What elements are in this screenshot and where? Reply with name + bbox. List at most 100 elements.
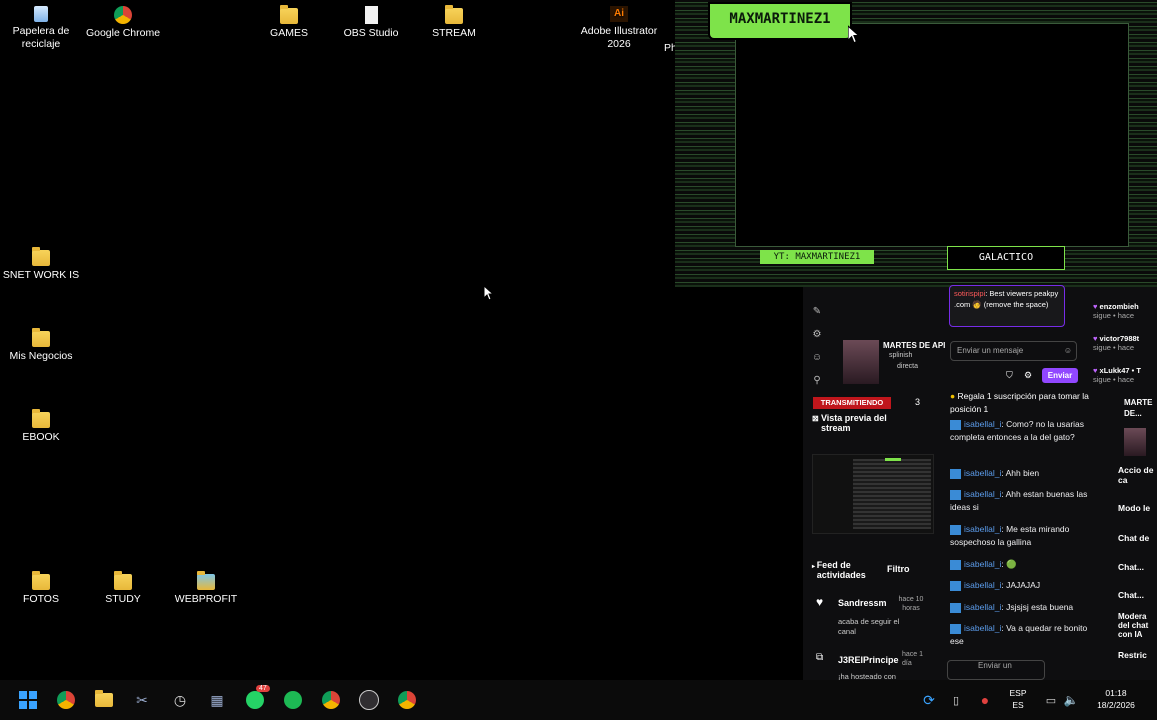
right-event-user[interactable]: victor7988t	[1100, 334, 1140, 343]
side-action-item[interactable]: Restric	[1118, 650, 1157, 660]
desktop-icon-label: GAMES	[270, 27, 308, 39]
user-add-icon[interactable]: ⚲	[810, 369, 824, 392]
send-button[interactable]: Enviar	[1042, 368, 1078, 383]
side-action-item[interactable]: Modo le	[1118, 503, 1157, 533]
chat-user[interactable]: isabellal_i	[964, 489, 1001, 499]
chat-user[interactable]: isabellal_i	[964, 602, 1001, 612]
chat-message: isabellal_i: 🟢	[950, 558, 1090, 571]
chat-user[interactable]: isabellal_i	[964, 419, 1001, 429]
desktop-icon-chrome[interactable]: Google Chrome	[82, 6, 164, 40]
side-action-item[interactable]: Accio de ca	[1118, 465, 1157, 503]
chat-message: isabellal_i: JAJAJAJ	[950, 579, 1090, 592]
chat-popup-user[interactable]: sotirispipi	[954, 289, 985, 298]
event-time: hace 1 día	[902, 651, 924, 667]
sub-banner-text: Regala 1 suscripción para tomar la posic…	[950, 391, 1089, 414]
transmitting-count: 3	[915, 397, 921, 407]
chat-message: isabellal_i: Me esta mirando sospechoso …	[950, 523, 1090, 549]
windows-start-icon[interactable]	[17, 690, 39, 710]
chrome-taskbar-icon[interactable]	[55, 690, 77, 710]
whatsapp-icon[interactable]: 47	[244, 685, 270, 710]
language-bottom: ES	[1012, 700, 1024, 710]
right-event-user[interactable]: xLukk47 • T	[1100, 366, 1141, 375]
obs-taskbar-icon[interactable]	[358, 690, 380, 710]
desktop-icon-recycle-bin[interactable]: Papelera de reciclaje	[0, 6, 82, 51]
desktop-icon-ebook[interactable]: EBOOK	[0, 409, 82, 444]
chat-message: isabellal_i: Ahh estan buenas las ideas …	[950, 488, 1090, 514]
right-event-list: ♥ enzombieh sigue • hace ♥ victor7988t sig…	[1093, 302, 1157, 384]
volume-icon[interactable]: 🔈	[1060, 690, 1082, 710]
side-action-item[interactable]: Chat...	[1118, 562, 1157, 590]
desktop-icon-label: OBS Studio	[343, 27, 399, 39]
badge-icon	[950, 524, 961, 535]
snipping-tool-icon[interactable]: ✂	[131, 690, 153, 710]
right-thumbnail	[1124, 428, 1146, 456]
desktop-icon-label: Google Chrome	[85, 27, 161, 39]
clock-app-icon[interactable]: ◷	[169, 690, 191, 710]
shield-icon[interactable]: ⛉	[1006, 370, 1013, 381]
chat-message: isabellal_i: Como? no la usarias complet…	[950, 418, 1090, 444]
pen-icon[interactable]: ✎	[810, 300, 824, 323]
desktop-icon-webprofit[interactable]: WEBPROFIT	[165, 571, 247, 606]
chat-input-top[interactable]: Enviar un mensaje ☺	[950, 341, 1077, 361]
folder-icon	[32, 328, 50, 347]
stream-preview-label: Vista previa del stream	[820, 413, 887, 433]
right-event-text: sigue • hace	[1093, 375, 1134, 384]
desktop-icon-fotos[interactable]: FOTOS	[0, 571, 82, 606]
chat-user[interactable]: isabellal_i	[964, 559, 1001, 569]
chat-user[interactable]: isabellal_i	[964, 580, 1001, 590]
stream-preview-header: ⊠ Vista previa del stream	[812, 413, 922, 433]
side-action-item[interactable]: Modera del chat con IA	[1118, 612, 1157, 650]
usb-icon[interactable]: ▯	[945, 690, 967, 710]
chat-user[interactable]: isabellal_i	[964, 524, 1001, 534]
network-icon[interactable]: ▭	[1040, 690, 1062, 710]
activity-feed-header: ▸ Feed de actividades	[812, 560, 875, 580]
desktop-icon-label: FOTOS	[23, 593, 59, 605]
desktop-icon-mis-negocios[interactable]: Mis Negocios	[0, 328, 82, 363]
sub-banner[interactable]: ● Regala 1 suscripción para tomar la pos…	[950, 390, 1090, 416]
event-time: hace 10 horas	[898, 596, 924, 612]
settings-icon[interactable]: ⚙	[1024, 370, 1032, 381]
stream-sub1: splinish	[889, 352, 913, 359]
desktop-icon-study[interactable]: STUDY	[82, 571, 164, 606]
desktop-icon-obs[interactable]: OBS Studio	[330, 6, 412, 40]
event-user[interactable]: Sandressm	[838, 598, 887, 608]
folder-icon	[197, 571, 215, 590]
right-event: ♥ xLukk47 • Tsigue • hace	[1093, 366, 1157, 384]
stream-thumbnail	[843, 340, 879, 384]
chrome-icon	[114, 6, 132, 24]
stream-sub2: directa	[897, 363, 919, 370]
desktop-icon-snet-work[interactable]: SNET WORK IS	[0, 247, 82, 282]
dashboard-tool-icons: ✎ ⚙ ☺ ⚲	[810, 300, 824, 392]
sync-icon[interactable]: ⟳	[918, 690, 940, 710]
chat-input-bottom[interactable]: Enviar un	[947, 660, 1045, 680]
chat-user[interactable]: isabellal_i	[964, 623, 1001, 633]
microphone-icon[interactable]: ●	[974, 690, 996, 710]
spotify-icon[interactable]	[282, 690, 304, 710]
folder-icon	[445, 5, 463, 24]
side-action-item[interactable]: Chat de	[1118, 533, 1157, 562]
badge-icon	[950, 559, 961, 570]
clock[interactable]: 01:18 18/2/2026	[1088, 687, 1144, 711]
right-event-user[interactable]: enzombieh	[1100, 302, 1139, 311]
language-indicator[interactable]: ESP ES	[1006, 687, 1030, 711]
smile-icon[interactable]: ☺	[810, 346, 824, 369]
side-actions: Accio de ca Modo le Chat de Chat... Chat…	[1118, 465, 1157, 660]
desktop-icon-illustrator[interactable]: Ai Adobe Illustrator 2026	[578, 6, 660, 51]
chrome-profile-icon-2[interactable]	[396, 690, 418, 710]
event-user[interactable]: J3REIPrincipe	[838, 655, 899, 665]
desktop-icon-label: STREAM	[432, 27, 476, 39]
desktop-icon-label: WEBPROFIT	[174, 593, 238, 605]
gear-icon[interactable]: ⚙	[810, 323, 824, 346]
file-explorer-icon[interactable]	[93, 690, 115, 710]
chat-user[interactable]: isabellal_i	[964, 468, 1001, 478]
side-action-item[interactable]: Chat...	[1118, 590, 1157, 612]
desktop-icon-games[interactable]: GAMES	[248, 5, 330, 40]
desktop-icon-stream[interactable]: STREAM	[413, 5, 495, 40]
emoji-icon[interactable]: ☺	[1064, 342, 1072, 360]
desktop-icon-label: Papelera de reciclaje	[12, 25, 70, 50]
calculator-icon[interactable]: ▦	[206, 690, 228, 710]
chrome-profile-icon[interactable]	[320, 690, 342, 710]
chat-popup: sotirispipi: Best viewers peakpy .com 🧑 …	[949, 285, 1065, 327]
filter-button[interactable]: Filtro	[887, 564, 910, 574]
stream-overlay-preview: MAXMARTINEZ1 YT: MAXMARTINEZ1 GALACTICO	[675, 0, 1157, 287]
